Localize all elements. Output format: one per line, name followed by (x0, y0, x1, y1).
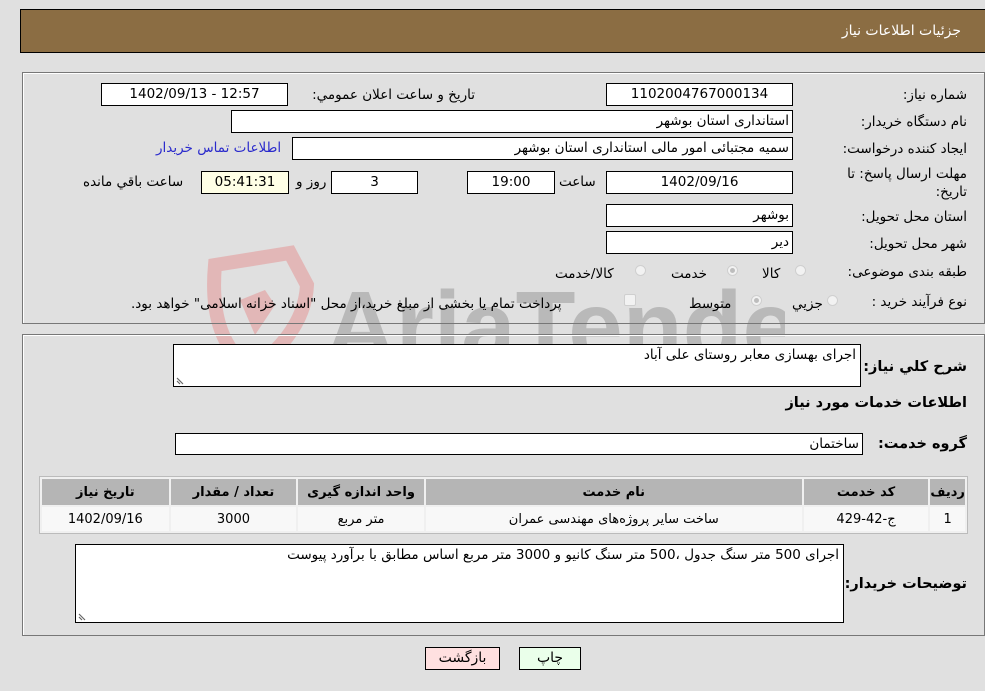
creator-label: ایجاد کننده درخواست: (842, 141, 967, 157)
page-header: جزئیات اطلاعات نیاز (20, 9, 985, 53)
announce-datetime-label: تاریخ و ساعت اعلان عمومي: (312, 87, 475, 103)
summary-text: اجرای بهسازی معابر روستای علی آباد (643, 347, 856, 363)
city-label: شهر محل تحویل: (869, 236, 967, 252)
creator-field[interactable]: سمیه مجتبائی امور مالی استانداری استان ب… (292, 137, 793, 160)
page-title: جزئیات اطلاعات نیاز (841, 23, 961, 39)
table-header-row: ردیف کد خدمت نام خدمت واحد اندازه گیری ت… (42, 479, 965, 505)
category-radio-service[interactable] (727, 265, 738, 276)
category-option-service: خدمت (671, 266, 707, 282)
summary-textarea[interactable]: اجرای بهسازی معابر روستای علی آباد (173, 344, 861, 387)
category-option-goods: کالا (762, 266, 781, 282)
category-option-goods-service: کالا/خدمت (555, 266, 614, 282)
deadline-time-label: ساعت (559, 174, 596, 190)
remaining-time-label: ساعت باقي مانده (83, 174, 184, 190)
treasury-checkbox[interactable] (624, 294, 636, 306)
process-radio-medium[interactable] (751, 295, 762, 306)
days-label: روز و (296, 174, 327, 190)
cell-row-number: 1 (930, 507, 965, 531)
col-header-need-date: تاریخ نیاز (42, 479, 169, 505)
province-label: استان محل تحویل: (861, 209, 967, 225)
cell-unit: متر مربع (298, 507, 424, 531)
service-group-label: گروه خدمت: (877, 436, 967, 452)
buyer-notes-label: توضیحات خریدار: (844, 576, 967, 592)
col-header-unit: واحد اندازه گیری (298, 479, 424, 505)
province-field[interactable]: بوشهر (606, 204, 793, 227)
process-radio-minor[interactable] (827, 295, 838, 306)
summary-label: شرح کلي نیاز: (863, 359, 967, 375)
need-number-label: شماره نیاز: (902, 87, 967, 103)
col-header-service-code: کد خدمت (803, 479, 929, 505)
cell-need-date: 1402/09/16 (42, 507, 169, 531)
announce-datetime-field[interactable]: 1402/09/13 - 12:57 (101, 83, 288, 106)
deadline-date-field[interactable]: 1402/09/16 (606, 171, 793, 194)
cell-service-name: ساخت سایر پروژه‌های مهندسی عمران (425, 507, 802, 531)
services-table: ردیف کد خدمت نام خدمت واحد اندازه گیری ت… (39, 476, 968, 534)
col-header-row-number: ردیف (930, 479, 965, 505)
cell-service-code: ج-42-429 (803, 507, 929, 531)
process-option-medium: متوسط (689, 296, 732, 312)
services-section-title: اطلاعات خدمات مورد نیاز (785, 395, 967, 411)
col-header-quantity: تعداد / مقدار (170, 479, 297, 505)
cell-quantity: 3000 (170, 507, 297, 531)
print-button[interactable]: چاپ (519, 647, 581, 670)
category-label: طبقه بندی موضوعی: (847, 264, 967, 280)
service-group-field[interactable]: ساختمان (175, 433, 863, 455)
process-label: نوع فرآیند خرید : (871, 294, 967, 310)
deadline-time-field[interactable]: 19:00 (467, 171, 555, 194)
process-option-minor: جزيي (792, 296, 823, 312)
deadline-days-field[interactable]: 3 (331, 171, 418, 194)
need-number-field[interactable]: 1102004767000134 (606, 83, 793, 106)
remaining-time-field: 05:41:31 (201, 171, 289, 194)
buyer-org-field[interactable]: استانداری استان بوشهر (231, 110, 793, 133)
buyer-notes-text: اجرای 500 متر سنگ جدول ،500 متر سنگ کانی… (287, 547, 839, 563)
city-field[interactable]: دیر (606, 231, 793, 254)
treasury-checkbox-label: پرداخت تمام یا بخشی از مبلغ خرید،از محل … (131, 296, 562, 312)
buyer-notes-textarea[interactable]: اجرای 500 متر سنگ جدول ،500 متر سنگ کانی… (75, 544, 844, 623)
col-header-service-name: نام خدمت (425, 479, 802, 505)
resize-grip-icon[interactable] (78, 611, 88, 621)
back-button[interactable]: بازگشت (425, 647, 500, 670)
deadline-label-line2: تاریخ: (935, 184, 967, 200)
category-radio-goods-service[interactable] (635, 265, 646, 276)
buyer-contact-link[interactable]: اطلاعات تماس خریدار (156, 140, 281, 156)
deadline-label-line1: مهلت ارسال پاسخ: تا (847, 166, 967, 182)
category-radio-goods[interactable] (795, 265, 806, 276)
resize-grip-icon[interactable] (176, 375, 186, 385)
buyer-org-label: نام دستگاه خریدار: (860, 114, 967, 130)
table-row: 1 ج-42-429 ساخت سایر پروژه‌های مهندسی عم… (42, 507, 965, 531)
